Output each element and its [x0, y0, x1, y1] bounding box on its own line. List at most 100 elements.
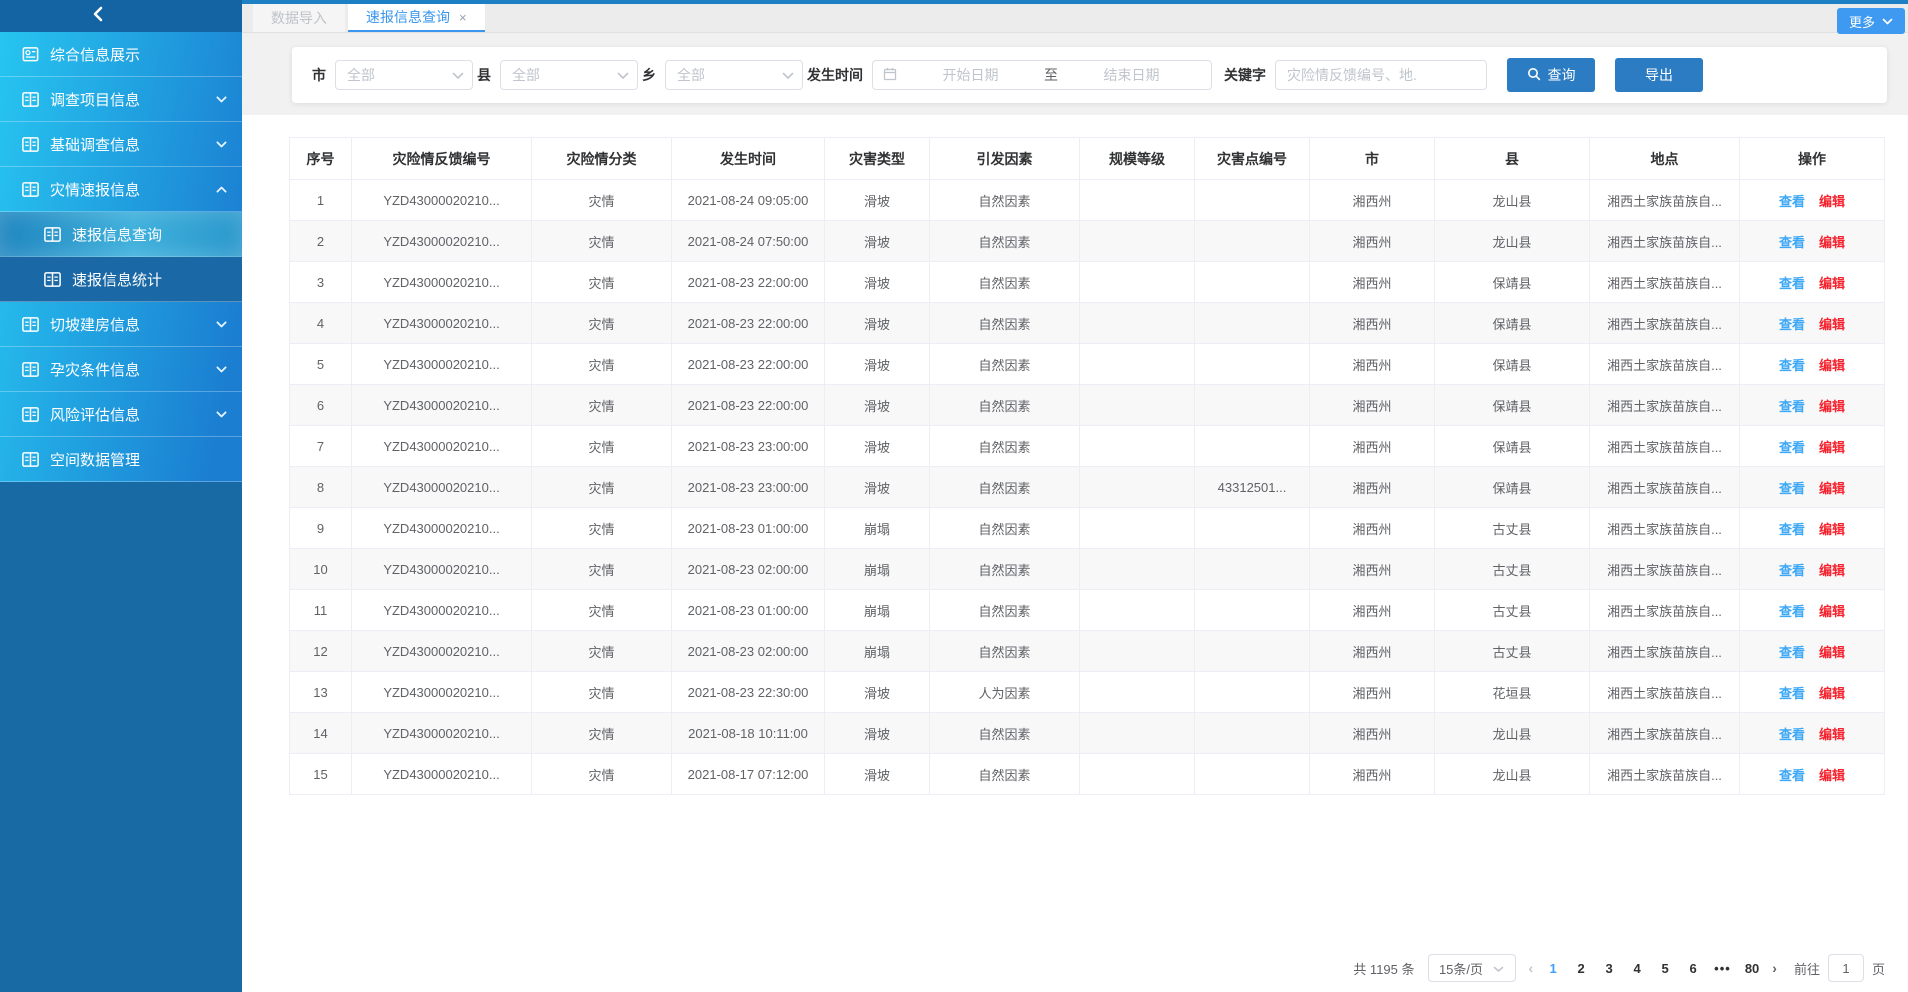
- actions-cell: 查看编辑: [1740, 754, 1885, 795]
- table-cell: [1080, 467, 1195, 508]
- sidebar-collapse-button[interactable]: [86, 5, 110, 27]
- edit-link[interactable]: 编辑: [1819, 317, 1845, 332]
- edit-link[interactable]: 编辑: [1819, 399, 1845, 414]
- edit-link[interactable]: 编辑: [1819, 276, 1845, 291]
- table-cell: [1080, 754, 1195, 795]
- table-cell: 2021-08-23 22:00:00: [672, 385, 825, 426]
- edit-link[interactable]: 编辑: [1819, 604, 1845, 619]
- view-link[interactable]: 查看: [1779, 563, 1805, 578]
- table-row: 2YZD43000020210...灾情2021-08-24 07:50:00滑…: [290, 221, 1885, 262]
- sidebar-item-label: 空间数据管理: [50, 449, 140, 470]
- total-count-label: 共 1195 条: [1353, 959, 1414, 978]
- edit-link[interactable]: 编辑: [1819, 645, 1845, 660]
- column-header: 灾害点编号: [1195, 138, 1310, 180]
- tab-active[interactable]: 速报信息查询×: [348, 4, 485, 32]
- page-number[interactable]: 6: [1686, 961, 1700, 976]
- view-link[interactable]: 查看: [1779, 317, 1805, 332]
- page-number[interactable]: 4: [1630, 961, 1644, 976]
- sidebar-item[interactable]: 风险评估信息: [0, 392, 242, 437]
- sidebar-item[interactable]: 空间数据管理: [0, 437, 242, 482]
- view-link[interactable]: 查看: [1779, 235, 1805, 250]
- sidebar-item[interactable]: 基础调查信息: [0, 122, 242, 167]
- sidebar-item[interactable]: 综合信息展示: [0, 32, 242, 77]
- page-number-active[interactable]: 1: [1546, 961, 1560, 976]
- next-page-button[interactable]: ›: [1772, 960, 1777, 976]
- edit-link[interactable]: 编辑: [1819, 563, 1845, 578]
- sidebar-item[interactable]: 孕灾条件信息: [0, 347, 242, 392]
- page-number[interactable]: 2: [1574, 961, 1588, 976]
- view-link[interactable]: 查看: [1779, 440, 1805, 455]
- chevron-up-icon: [215, 183, 228, 196]
- export-button[interactable]: 导出: [1615, 58, 1703, 92]
- actions-cell: 查看编辑: [1740, 344, 1885, 385]
- actions-cell: 查看编辑: [1740, 590, 1885, 631]
- edit-link[interactable]: 编辑: [1819, 768, 1845, 783]
- table-cell: [1080, 631, 1195, 672]
- view-link[interactable]: 查看: [1779, 276, 1805, 291]
- view-link[interactable]: 查看: [1779, 481, 1805, 496]
- view-link[interactable]: 查看: [1779, 686, 1805, 701]
- page-number[interactable]: 5: [1658, 961, 1672, 976]
- table-cell: 灾情: [532, 549, 672, 590]
- view-link[interactable]: 查看: [1779, 358, 1805, 373]
- prev-page-button[interactable]: ‹: [1529, 960, 1534, 976]
- edit-link[interactable]: 编辑: [1819, 522, 1845, 537]
- table-cell: 灾情: [532, 262, 672, 303]
- view-link[interactable]: 查看: [1779, 522, 1805, 537]
- page-size-select[interactable]: 15条/页: [1428, 954, 1516, 982]
- township-select[interactable]: 全部: [665, 60, 803, 90]
- table-cell: 湘西州: [1310, 180, 1435, 221]
- page-number[interactable]: 3: [1602, 961, 1616, 976]
- more-pages-ellipsis[interactable]: •••: [1714, 961, 1731, 976]
- view-link[interactable]: 查看: [1779, 194, 1805, 209]
- view-link[interactable]: 查看: [1779, 727, 1805, 742]
- view-link[interactable]: 查看: [1779, 399, 1805, 414]
- edit-link[interactable]: 编辑: [1819, 686, 1845, 701]
- table-cell: 自然因素: [930, 180, 1080, 221]
- search-button[interactable]: 查询: [1507, 58, 1595, 92]
- view-link[interactable]: 查看: [1779, 604, 1805, 619]
- sidebar-subitem[interactable]: 速报信息查询: [0, 212, 242, 257]
- view-link[interactable]: 查看: [1779, 645, 1805, 660]
- table-icon: [20, 314, 40, 334]
- date-range-picker[interactable]: 开始日期 至 结束日期: [872, 60, 1212, 90]
- tab-bar: 数据导入 速报信息查询×: [242, 4, 1908, 33]
- edit-link[interactable]: 编辑: [1819, 440, 1845, 455]
- tab-label: 数据导入: [271, 8, 327, 28]
- table-cell: 7: [290, 426, 352, 467]
- edit-link[interactable]: 编辑: [1819, 481, 1845, 496]
- edit-link[interactable]: 编辑: [1819, 194, 1845, 209]
- table-cell: [1195, 426, 1310, 467]
- edit-link[interactable]: 编辑: [1819, 235, 1845, 250]
- sidebar-item[interactable]: 灾情速报信息: [0, 167, 242, 212]
- edit-link[interactable]: 编辑: [1819, 727, 1845, 742]
- start-date-placeholder[interactable]: 开始日期: [901, 65, 1040, 85]
- table-cell: 湘西土家族苗族自...: [1590, 221, 1740, 262]
- sidebar-item[interactable]: 切坡建房信息: [0, 302, 242, 347]
- county-select[interactable]: 全部: [500, 60, 638, 90]
- table-cell: 灾情: [532, 713, 672, 754]
- keyword-input[interactable]: [1275, 60, 1487, 90]
- search-icon: [1527, 67, 1541, 84]
- township-select-value: 全部: [677, 65, 782, 85]
- city-select[interactable]: 全部: [335, 60, 473, 90]
- view-link[interactable]: 查看: [1779, 768, 1805, 783]
- close-icon[interactable]: ×: [459, 11, 467, 24]
- table-cell: 湘西土家族苗族自...: [1590, 672, 1740, 713]
- table-cell: 自然因素: [930, 426, 1080, 467]
- table-cell: [1195, 344, 1310, 385]
- actions-cell: 查看编辑: [1740, 221, 1885, 262]
- sidebar-item[interactable]: 调查项目信息: [0, 77, 242, 122]
- end-date-placeholder[interactable]: 结束日期: [1062, 65, 1201, 85]
- more-button[interactable]: 更多: [1837, 8, 1905, 34]
- edit-link[interactable]: 编辑: [1819, 358, 1845, 373]
- tab-inactive[interactable]: 数据导入: [253, 4, 345, 32]
- table-cell: 保靖县: [1435, 262, 1590, 303]
- table-cell: [1195, 549, 1310, 590]
- page-number[interactable]: 80: [1745, 961, 1759, 976]
- goto-page-input[interactable]: [1828, 954, 1864, 982]
- search-button-label: 查询: [1548, 65, 1576, 85]
- actions-cell: 查看编辑: [1740, 549, 1885, 590]
- sidebar-subitem[interactable]: 速报信息统计: [0, 257, 242, 302]
- table-cell: 湘西土家族苗族自...: [1590, 344, 1740, 385]
